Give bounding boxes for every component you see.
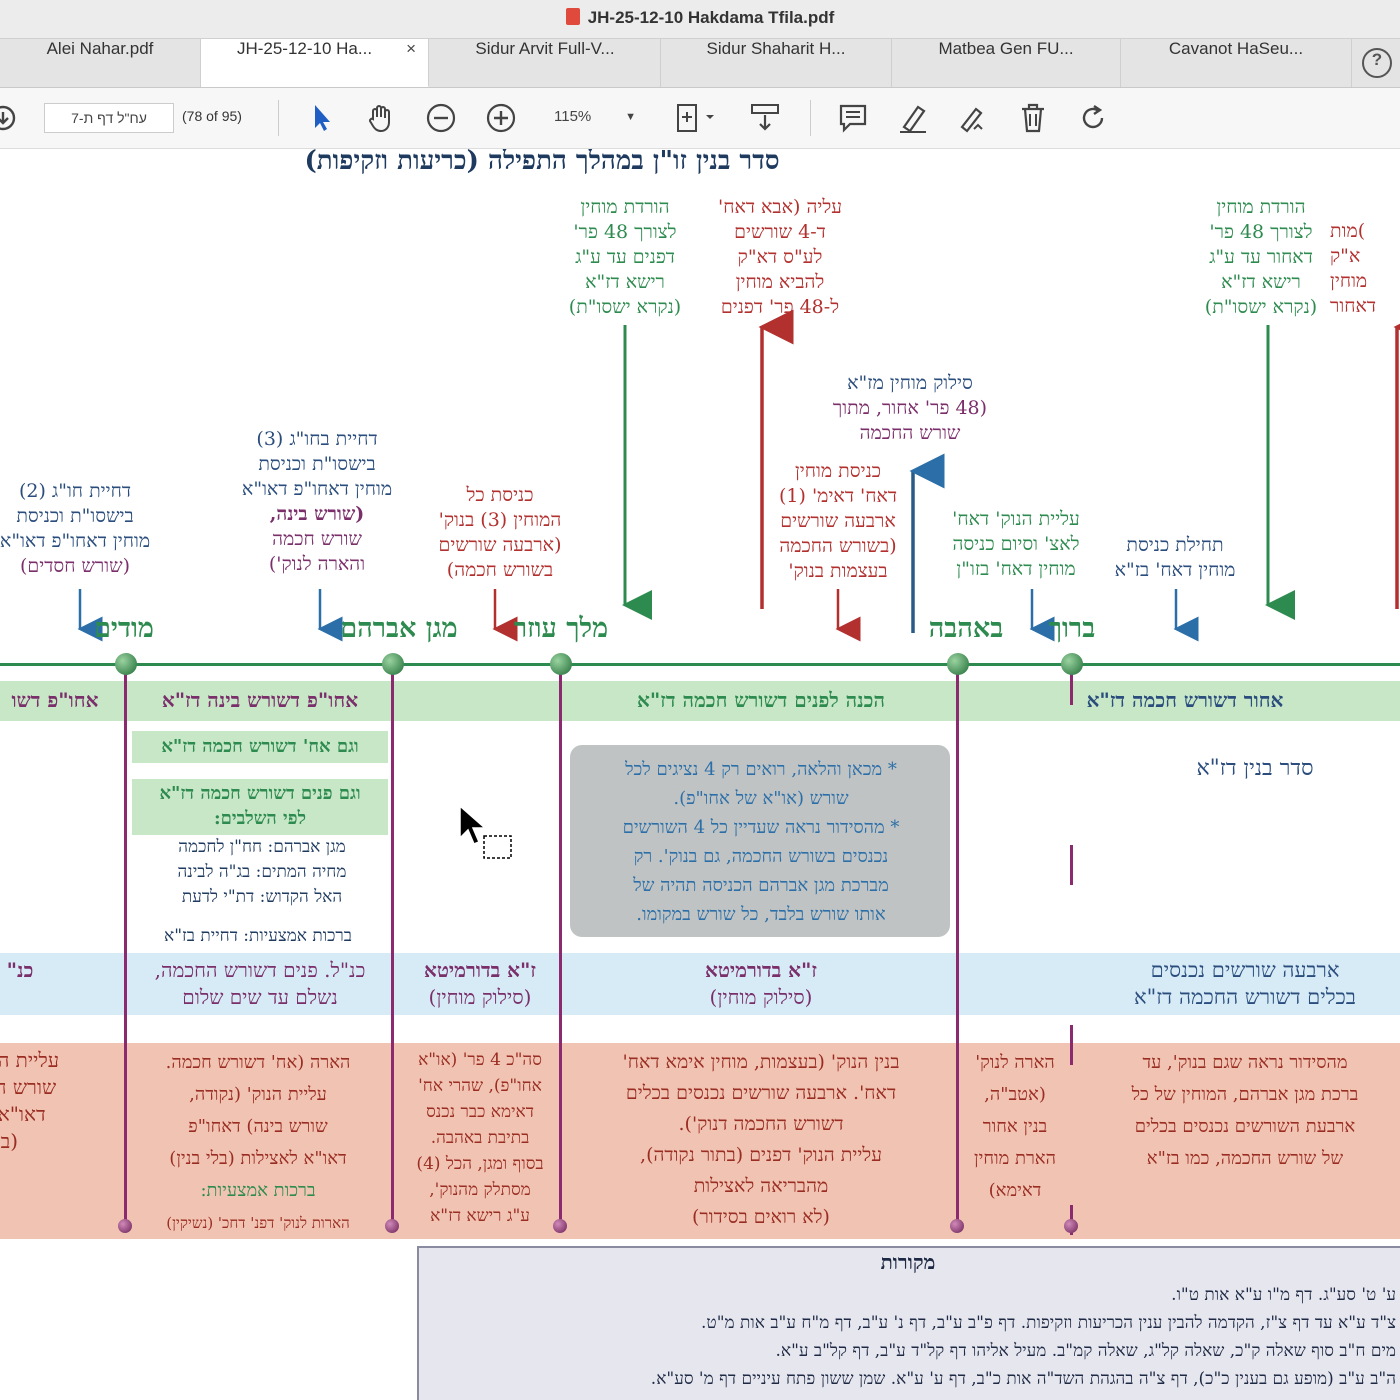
band2-cell-3: ז"א בדורמיטא (סילוק מוחין) — [423, 958, 537, 1009]
sources-lines: ע' ט' סע"ג. דף מ"ו ע"א אות ט"ו. צ"ד ע"א ע… — [650, 1285, 1396, 1389]
timeline-node — [1061, 653, 1083, 675]
divider-line — [124, 665, 127, 1229]
band3-cell-1: עליית הנוק'שורש חס')דאו"א לא(בלי ב — [0, 1048, 60, 1153]
timeline-line — [0, 663, 1400, 666]
band2-cell-2: כנ"ל. פנים דשורש החכמה, נשלם עד שים שלום — [154, 958, 366, 1009]
zoom-out-icon[interactable] — [424, 101, 458, 135]
tab-bar: Alei Nahar.pdf JH-25-12-10 Ha... × Sidur … — [0, 39, 1400, 88]
sources-title: מקורות — [880, 1250, 936, 1274]
delete-trash-icon[interactable] — [1016, 101, 1050, 135]
divider-line — [559, 665, 562, 1229]
line-end-knob — [553, 1219, 567, 1233]
line-end-knob — [950, 1219, 964, 1233]
hand-tool-icon[interactable] — [364, 101, 398, 135]
tab-alei-nahar[interactable]: Alei Nahar.pdf — [0, 39, 201, 87]
close-tab-icon[interactable]: × — [406, 39, 416, 59]
band3-cell-4: בנין הנוק' (בעצמות, מוחין אימא דאח' דאח'.… — [622, 1051, 900, 1228]
timeline-node — [115, 653, 137, 675]
band3-cell-2: הארה (אח' דשורש חכמה. עליית הנוק' (נקודה,… — [165, 1052, 351, 1232]
dchiyat-2-label: דחיית חו"ג (2) בישסו"ת וכניסת מוחין דאחו"פ… — [0, 480, 151, 577]
select-arrow-icon[interactable] — [304, 101, 338, 135]
help-icon[interactable]: ? — [1362, 48, 1392, 78]
band1-cell-1: אחו"פ דשו — [11, 688, 99, 712]
stem-melech-ozer: מלך עוזר — [513, 613, 609, 644]
zoom-value: 115% — [554, 108, 592, 125]
note-box-text: * מכאן והלאה, רואים רק 4 נציגים לכל שורש … — [622, 759, 900, 925]
timeline-node — [947, 653, 969, 675]
tab-matbea-gen[interactable]: Matbea Gen FU... — [892, 39, 1121, 87]
window-title: JH-25-12-10 Hakdama Tfila.pdf — [587, 8, 835, 27]
band2-cell-4: ז"א בדורמיטא (סילוק מוחין) — [704, 958, 818, 1009]
stem-magen-avraham: מגן אברהם — [340, 613, 458, 644]
tab-hakdama-tfila[interactable]: JH-25-12-10 Ha... × — [201, 39, 429, 87]
sign-icon[interactable] — [956, 101, 990, 135]
tab-cavanot[interactable]: Cavanot HaSeu... — [1121, 39, 1352, 87]
tab-label: Alei Nahar.pdf — [46, 39, 154, 58]
band3-cell-5: הארה לנוק' (אטב"ה, בנין אחור הארת מוחין דאימ… — [974, 1052, 1056, 1201]
silluk-label: סילוק מוחין מז"א (48 פר' אחור, מתוך שורש ה… — [832, 372, 988, 444]
line-end-knob — [385, 1219, 399, 1233]
zoom-in-icon[interactable] — [484, 101, 518, 135]
aliya-label: עליה (אבא דאח' ד-4 שורשים לע"ס דא"ק להביא מ… — [717, 196, 842, 318]
band1-cell-4: אחור דשורש חכמה דז"א — [1086, 688, 1284, 712]
horadat-label-1: הורדת מוחין לצורך 48 פר' דפנים עד ע"ג רישא … — [568, 196, 682, 318]
divider-line — [391, 665, 394, 1229]
tab-label: Cavanot HaSeu... — [1168, 39, 1304, 58]
edge-label-right: )מות א"ק מוחין דאחור — [1330, 220, 1376, 317]
toolbar-divider — [278, 100, 279, 136]
dchiyat-3-label: דחיית בחו"ג (3) בישסו"ת וכניסת מוחין דאחו"… — [241, 428, 393, 575]
pdf-file-icon — [565, 8, 580, 25]
fit-page-icon[interactable] — [672, 101, 722, 135]
mouse-cursor-icon — [459, 804, 512, 859]
band2-cell-1: כנ" — [6, 958, 34, 982]
knisat-mochin-label: כניסת מוחין דאח' דאימ' (1) ארבעה שורשים (בש… — [778, 460, 898, 582]
side-note-3: מגן אברהם: חח"ן לחכמה מחיה המתים: בג"ה לב… — [177, 837, 347, 907]
side-note-2: וגם פנים דשורש חכמה דז"א לפי השלבים: — [159, 783, 361, 829]
toolbar: עח"ל דף ת-7 (78 of 95) 115% ▼ — [0, 88, 1400, 149]
divider-line — [956, 665, 959, 1229]
knisat-kol-label: כניסת כל המוחין (3) בנוק' (ארבעה שורשים בשו… — [438, 484, 562, 581]
divider-line-dashed — [1070, 665, 1073, 1235]
tab-label: Sidur Arvit Full-V... — [475, 39, 615, 58]
page-number-input[interactable]: עח"ל דף ת-7 — [44, 103, 174, 133]
rotate-icon[interactable] — [1076, 101, 1110, 135]
band3-cell-6: מהסידור נראה שגם בנוק', עד ברכת מגן אברהם… — [1131, 1052, 1359, 1169]
timeline-node — [550, 653, 572, 675]
comment-icon[interactable] — [836, 101, 870, 135]
line-end-knob — [1064, 1219, 1078, 1233]
band1-cell-3: הכנה לפנים דשורש חכמה דז"א — [637, 688, 885, 712]
aliyat-nukva-label: עליית הנוק' דאח' לאצ' וסיום כניסה מוחין דא… — [952, 508, 1080, 580]
tab-sidur-shaharit[interactable]: Sidur Shaharit H... — [661, 39, 892, 87]
stem-baruch: ברוך — [1048, 613, 1096, 644]
tab-sidur-arvit[interactable]: Sidur Arvit Full-V... — [430, 39, 661, 87]
stem-beahava: באהבה — [928, 613, 1004, 644]
chevron-down-icon: ▼ — [625, 111, 636, 123]
tab-label: Matbea Gen FU... — [938, 39, 1074, 58]
band1-cell-2: אחו"פ דשורש בינה דז"א — [161, 688, 359, 712]
band3-cell-3: סה"כ 4 פר' (או"א אחו"פ), שהרי אח' דאימא כב… — [416, 1050, 544, 1226]
timeline-node — [382, 653, 404, 675]
seder-binyan-label: סדר בנין דז"א — [1196, 756, 1314, 781]
tab-label: JH-25-12-10 Ha... — [236, 39, 373, 58]
line-end-knob — [118, 1219, 132, 1233]
side-note-4: ברכות אמצעיות: דחיית בז"א — [164, 926, 352, 946]
horadat-label-2: הורדת מוחין לצורך 48 פר' דאחור עד ע"ג רישא … — [1204, 196, 1318, 318]
highlight-pen-icon[interactable] — [896, 101, 930, 135]
pdf-page-view[interactable]: סדר בנין זו"ן במהלך התפילה (כריעות וזקיפ… — [0, 149, 1400, 1400]
band2-cell-5: ארבעה שורשים נכנסים בכלים דשורש החכמה דז"… — [1134, 958, 1356, 1009]
tchilat-label: תחילת כניסת מוחין דאח' בז"א — [1114, 534, 1236, 581]
window-title-bar: JH-25-12-10 Hakdama Tfila.pdf — [0, 0, 1400, 39]
tab-label: Sidur Shaharit H... — [706, 39, 846, 58]
zoom-select[interactable]: 115% ▼ — [542, 103, 642, 131]
page-down-icon[interactable] — [0, 101, 20, 135]
page-count: (78 of 95) — [182, 108, 242, 124]
toolbar-divider — [810, 100, 811, 136]
stem-modim: מודים — [94, 613, 154, 644]
scroll-mode-icon[interactable] — [748, 101, 782, 135]
side-note-1: וגם אח' דשורש חכמה דז"א — [161, 736, 359, 757]
